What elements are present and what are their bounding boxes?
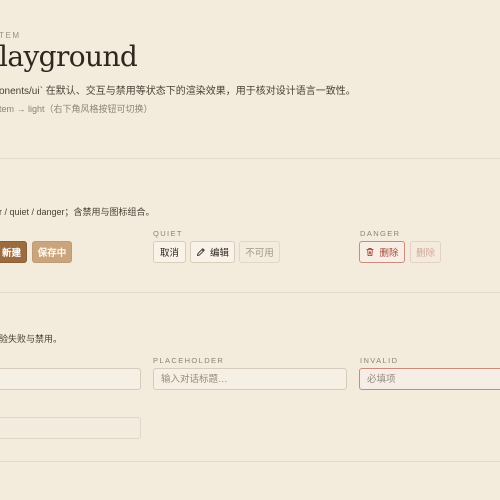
- required-input[interactable]: [359, 368, 500, 390]
- disabled-button-label: 不可用: [245, 248, 274, 259]
- divider: [0, 292, 500, 293]
- ui-playground-page: TEM layground onents/ui` 在默认、交互与禁用等状态下的渲…: [0, 0, 500, 500]
- delete-disabled-button[interactable]: 删除: [410, 241, 441, 263]
- delete-button-label: 删除: [379, 248, 399, 259]
- new-button[interactable]: 新建: [0, 241, 27, 263]
- disabled-button[interactable]: 不可用: [239, 241, 280, 263]
- trash-icon: [365, 247, 375, 257]
- buttons-section-description: r / quiet / danger；含禁用与图标组合。: [0, 207, 155, 217]
- cancel-button-label: 取消: [159, 248, 179, 259]
- cancel-button[interactable]: 取消: [153, 241, 186, 263]
- page-title: layground: [0, 40, 138, 73]
- quiet-column-label: QUIET: [153, 229, 183, 238]
- saving-button-label: 保存中: [37, 248, 67, 259]
- invalid-column-label: INVALID: [360, 356, 399, 365]
- new-button-label: 新建: [1, 248, 21, 259]
- pencil-icon: [196, 247, 206, 257]
- theme-meta: tem → light（右下角风格按钮可切换）: [0, 104, 153, 114]
- danger-column-label: DANGER: [360, 229, 401, 238]
- edit-button-label: 编辑: [209, 248, 229, 259]
- inputs-section-description: 验失败与禁用。: [0, 334, 63, 344]
- title-input[interactable]: [153, 368, 347, 390]
- divider: [0, 158, 500, 159]
- section-eyebrow: TEM: [0, 31, 21, 40]
- default-input[interactable]: [0, 368, 141, 390]
- delete-disabled-button-label: 删除: [415, 248, 435, 259]
- edit-button[interactable]: 编辑: [190, 241, 235, 263]
- placeholder-column-label: PLACEHOLDER: [153, 356, 225, 365]
- page-description: onents/ui` 在默认、交互与禁用等状态下的渲染效果，用于核对设计语言一致…: [0, 86, 356, 97]
- disabled-input[interactable]: [0, 417, 141, 439]
- saving-button[interactable]: 保存中: [32, 241, 72, 263]
- divider: [0, 461, 500, 462]
- delete-button[interactable]: 删除: [359, 241, 405, 263]
